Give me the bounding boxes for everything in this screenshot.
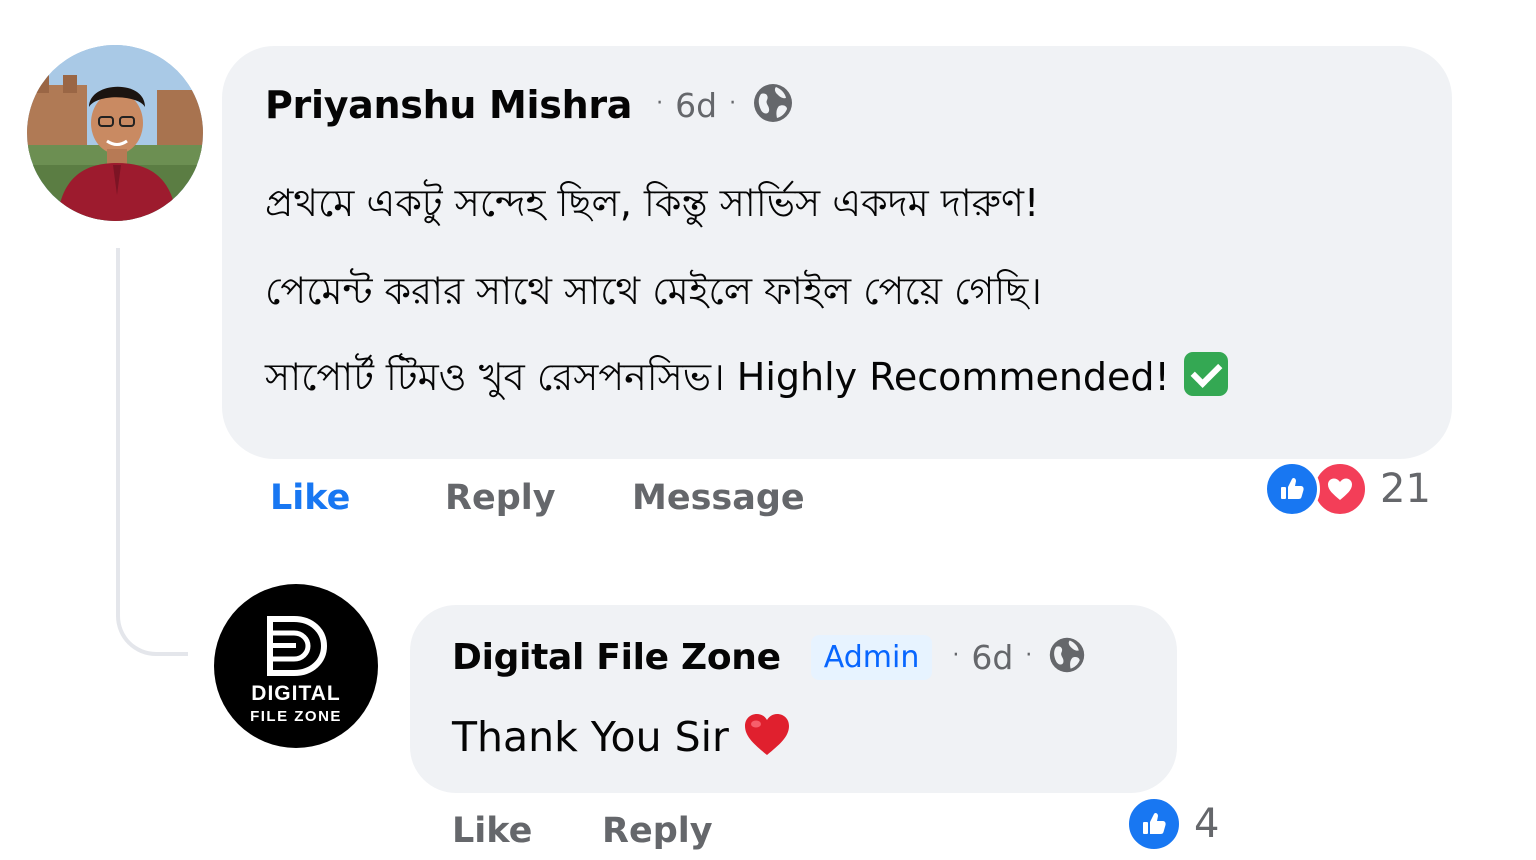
reply-header: Digital File Zone Admin · 6d ·	[452, 632, 1086, 682]
message-button[interactable]: Message	[632, 478, 805, 518]
like-button[interactable]: Like	[270, 478, 350, 518]
timestamp[interactable]: 6d	[971, 638, 1013, 677]
check-mark-button-icon	[1183, 352, 1228, 396]
comment-text-line: পেমেন্ট করার সাথে সাথে মেইলে ফাইল পেয়ে …	[265, 269, 1042, 313]
reply-button[interactable]: Reply	[445, 478, 556, 518]
comment-thread: Priyanshu Mishra · 6d · প্রথমে একটু সন্দ…	[0, 0, 1536, 860]
like-button[interactable]: Like	[452, 811, 532, 851]
reaction-summary[interactable]: 21	[1264, 461, 1431, 517]
comment-text-line: প্রথমে একটু সন্দেহ ছিল, কিন্তু সার্ভিস এ…	[265, 181, 1040, 225]
reaction-count: 4	[1194, 801, 1220, 847]
author-name[interactable]: Digital File Zone	[452, 637, 781, 678]
admin-badge: Admin	[810, 634, 933, 680]
comment-text-line: সাপোর্ট টিমও খুব রেসপনসিভ। Highly Recomm…	[265, 348, 1228, 412]
reply-text-segment: Thank You Sir	[452, 713, 729, 761]
separator-dot: ·	[952, 642, 960, 668]
reply-bubble: Digital File Zone Admin · 6d · Thank You…	[410, 605, 1177, 793]
logo-text-line: FILE ZONE	[250, 707, 342, 725]
like-icon	[1264, 461, 1320, 517]
comment-bubble: Priyanshu Mishra · 6d · প্রথমে একটু সন্দ…	[222, 46, 1452, 459]
reply-button[interactable]: Reply	[602, 811, 713, 851]
globe-icon	[1048, 636, 1086, 678]
logo-text-line: DIGITAL	[251, 681, 341, 705]
reply-text: Thank You Sir	[452, 713, 791, 767]
timestamp[interactable]: 6d	[675, 86, 717, 125]
like-icon	[1126, 796, 1182, 852]
globe-icon	[752, 82, 794, 128]
page-avatar[interactable]: DIGITAL FILE ZONE	[214, 584, 378, 748]
comment-header: Priyanshu Mishra · 6d ·	[265, 79, 794, 131]
comment-text-segment: সাপোর্ট টিমও খুব রেসপনসিভ। Highly Recomm…	[265, 355, 1170, 399]
separator-dot: ·	[656, 90, 664, 116]
thread-connector-line	[116, 248, 188, 656]
reaction-count: 21	[1380, 466, 1431, 512]
reaction-summary[interactable]: 4	[1126, 796, 1219, 852]
avatar[interactable]	[27, 45, 203, 221]
author-name[interactable]: Priyanshu Mishra	[265, 83, 632, 127]
separator-dot: ·	[729, 90, 737, 116]
profile-photo	[27, 45, 203, 221]
digital-file-zone-logo-icon	[267, 615, 328, 676]
love-icon	[1312, 461, 1368, 517]
separator-dot: ·	[1025, 642, 1033, 668]
red-heart-icon	[743, 713, 791, 767]
